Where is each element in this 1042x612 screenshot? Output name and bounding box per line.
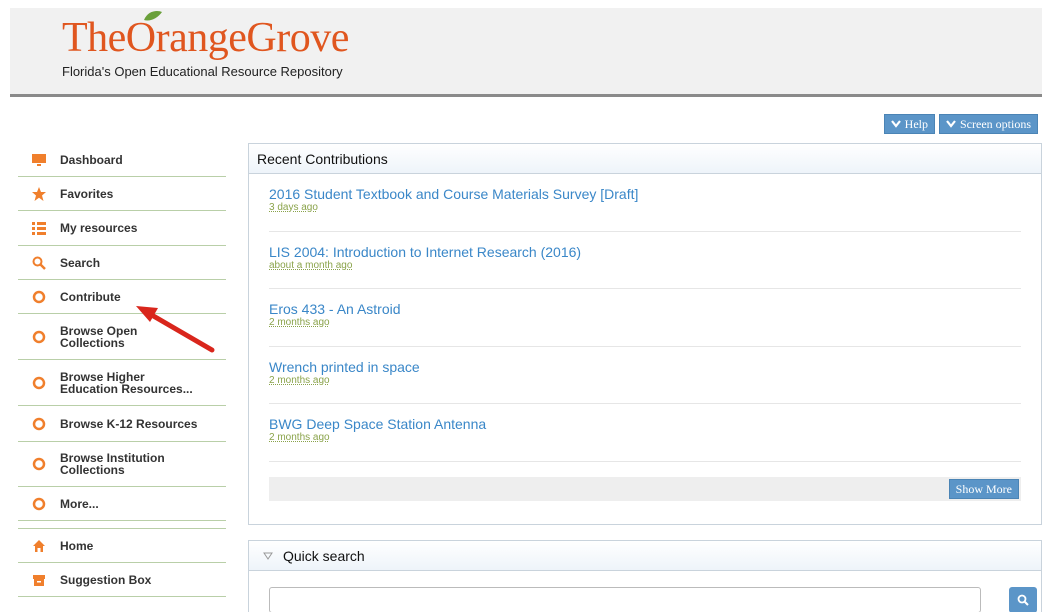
panel-title: Quick search [283, 547, 365, 564]
sidebar-item-label: More... [60, 496, 99, 511]
search-row [269, 587, 1037, 612]
recent-contributions-panel: Recent Contributions 2016 Student Textbo… [248, 143, 1042, 525]
logo-text: TheOrangeGrove [62, 15, 349, 61]
sidebar-item-favorites[interactable]: Favorites [18, 177, 226, 211]
contribution-list: 2016 Student Textbook and Course Materia… [249, 174, 1041, 462]
sidebar-item-label: Favorites [60, 186, 114, 201]
sidebar-nav: Dashboard Favorites My resources Search … [18, 143, 226, 597]
top-buttons: Help Screen options [883, 114, 1038, 134]
contribution-time: 2 months ago [269, 317, 330, 328]
sidebar-item-home[interactable]: Home [18, 529, 226, 563]
collapse-triangle-icon [263, 552, 273, 560]
search-input[interactable] [269, 587, 981, 612]
contribution-link[interactable]: Wrench printed in space [269, 359, 1021, 375]
contribution-link[interactable]: Eros 433 - An Astroid [269, 302, 1021, 317]
sidebar-item-label: Home [60, 538, 94, 553]
sidebar-item-label: My resources [60, 221, 138, 235]
quick-search-header[interactable]: Quick search [249, 541, 1041, 571]
show-more-bar: Show More [269, 477, 1021, 501]
sidebar-item-label: Contribute [60, 289, 121, 304]
circle-icon [18, 417, 60, 431]
monitor-icon [18, 153, 60, 167]
star-icon [18, 186, 60, 202]
logo-tagline: Florida's Open Educational Resource Repo… [62, 64, 343, 79]
circle-icon [18, 330, 60, 344]
contribution-link[interactable]: BWG Deep Space Station Antenna [269, 417, 1021, 432]
list-item: BWG Deep Space Station Antenna 2 months … [269, 404, 1021, 462]
box-icon [18, 573, 60, 587]
sidebar-item-suggestion-box[interactable]: Suggestion Box [18, 563, 226, 597]
panel-title: Recent Contributions [249, 144, 1041, 174]
chevron-down-icon [946, 120, 956, 128]
show-more-button[interactable]: Show More [948, 479, 1019, 499]
annotation-arrow-icon [136, 306, 215, 353]
header-divider [10, 94, 1042, 97]
circle-icon [18, 457, 60, 471]
search-icon [1017, 594, 1029, 606]
sidebar-item-more[interactable]: More... [18, 487, 226, 521]
sidebar-item-label: Browse Open Collections [60, 323, 138, 350]
search-icon [18, 256, 60, 270]
sidebar-item-label: Suggestion Box [60, 572, 152, 587]
sidebar-item-dashboard[interactable]: Dashboard [18, 143, 226, 177]
page: TheOrangeGrove Florida's Open Educationa… [0, 0, 1042, 612]
sidebar-item-label: Search [60, 255, 101, 270]
sidebar-item-label: Browse Institution Collections [60, 451, 165, 477]
help-button[interactable]: Help [883, 114, 935, 134]
circle-icon [18, 497, 60, 511]
sidebar-item-label: Browse K-12 Resources [60, 416, 198, 431]
list-icon [18, 221, 60, 235]
help-button-label: Help [904, 117, 928, 131]
sidebar-item-my-resources[interactable]: My resources [18, 211, 226, 246]
sidebar-item-label: Dashboard [60, 152, 123, 167]
sidebar-item-browse-k12[interactable]: Browse K-12 Resources [18, 406, 226, 442]
list-item: Wrench printed in space 2 months ago [269, 347, 1021, 404]
contribution-time: 3 days ago [269, 202, 318, 213]
sidebar-divider [18, 521, 226, 529]
circle-icon [18, 290, 60, 304]
contribution-time: 2 months ago [269, 432, 330, 443]
contribution-link[interactable]: LIS 2004: Introduction to Internet Resea… [269, 244, 1021, 260]
contribution-time: about a month ago [269, 259, 353, 271]
home-icon [18, 539, 60, 553]
sidebar-item-browse-higher-education[interactable]: Browse Higher Education Resources... [18, 360, 226, 406]
sidebar-item-browse-institution[interactable]: Browse Institution Collections [18, 442, 226, 487]
sidebar-item-search[interactable]: Search [18, 246, 226, 280]
screen-options-label: Screen options [960, 117, 1031, 131]
search-button[interactable] [1009, 587, 1037, 612]
screen-options-button[interactable]: Screen options [939, 114, 1038, 134]
leaf-icon [144, 10, 162, 21]
circle-icon [18, 376, 60, 390]
sidebar-item-label: Browse Higher Education Resources... [60, 369, 193, 396]
list-item: LIS 2004: Introduction to Internet Resea… [269, 232, 1021, 289]
list-item: 2016 Student Textbook and Course Materia… [269, 174, 1021, 232]
quick-search-panel: Quick search [248, 540, 1042, 612]
contribution-time: 2 months ago [269, 374, 330, 386]
site-logo[interactable]: TheOrangeGrove Florida's Open Educationa… [62, 10, 392, 84]
contribution-link[interactable]: 2016 Student Textbook and Course Materia… [269, 187, 1021, 202]
list-item: Eros 433 - An Astroid 2 months ago [269, 289, 1021, 347]
chevron-down-icon [890, 120, 901, 128]
